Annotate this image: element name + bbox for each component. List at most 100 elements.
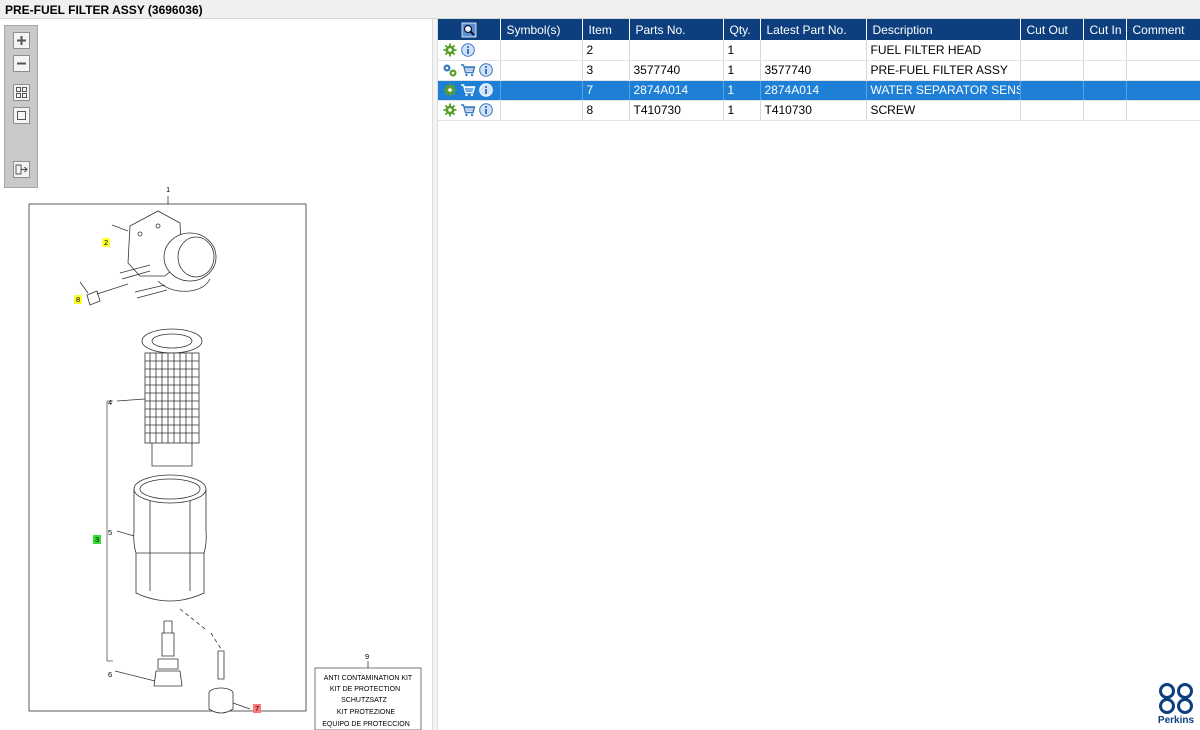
symbols-cell (500, 60, 583, 81)
comment-cell (1126, 100, 1200, 121)
cut-out-cell (1020, 80, 1084, 101)
fit-all-button[interactable] (13, 84, 30, 101)
row-actions-cell (438, 40, 501, 61)
description-cell: PRE-FUEL FILTER ASSY (866, 60, 1021, 81)
table-row-selected[interactable]: 7 2874A014 1 2874A014 WATER SEPARATOR SE… (438, 80, 1200, 101)
perkins-logo: Perkins (1156, 682, 1196, 728)
item-cell: 7 (582, 80, 630, 101)
column-header-tools[interactable] (438, 19, 501, 40)
description-cell: SCREW (866, 100, 1021, 121)
search-parts-icon (461, 22, 477, 37)
gears-icon[interactable] (442, 62, 458, 78)
comment-cell (1126, 60, 1200, 81)
qty-cell: 1 (723, 100, 761, 121)
column-header-cut-out[interactable]: Cut Out (1020, 19, 1084, 40)
cart-icon[interactable] (460, 102, 476, 118)
gear-icon[interactable] (442, 102, 458, 118)
description-cell: WATER SEPARATOR SENSOR (866, 80, 1021, 101)
table-row[interactable]: 2 1 FUEL FILTER HEAD (438, 40, 1200, 61)
item-cell: 2 (582, 40, 630, 61)
zoom-in-button[interactable] (13, 32, 30, 49)
kit-label-line-5: EQUIPO DE PROTECCION (322, 721, 410, 728)
info-icon[interactable] (478, 102, 494, 118)
table-row[interactable]: 3 3577740 1 3577740 PRE-FUEL FILTER ASSY (438, 60, 1200, 81)
cut-in-cell (1083, 100, 1127, 121)
gear-icon[interactable] (442, 82, 458, 98)
export-icon (15, 164, 28, 175)
column-header-comment[interactable]: Comment (1126, 19, 1200, 40)
info-icon[interactable] (478, 62, 494, 78)
window-title: PRE-FUEL FILTER ASSY (3696036) (5, 3, 203, 17)
table-header-row: Symbol(s) Item Parts No. Qty. Latest Par… (438, 19, 1200, 40)
row-actions-cell (438, 60, 501, 81)
cut-in-cell (1083, 60, 1127, 81)
zoom-out-icon (17, 62, 26, 65)
qty-cell: 1 (723, 80, 761, 101)
latest-part-no-cell: T410730 (760, 100, 867, 121)
cart-icon[interactable] (460, 62, 476, 78)
title-bar: PRE-FUEL FILTER ASSY (3696036) (0, 0, 1200, 19)
actual-size-icon (17, 111, 26, 120)
cut-out-cell (1020, 100, 1084, 121)
row-actions-cell (438, 80, 501, 101)
gear-icon[interactable] (442, 42, 458, 58)
kit-label-line-3: SCHUTZSATZ (341, 697, 387, 704)
cut-in-cell (1083, 40, 1127, 61)
fit-all-icon (16, 87, 27, 98)
column-header-latest-part-no[interactable]: Latest Part No. (760, 19, 867, 40)
qty-cell: 1 (723, 60, 761, 81)
info-icon[interactable] (460, 42, 476, 58)
item-cell: 3 (582, 60, 630, 81)
comment-cell (1126, 40, 1200, 61)
cut-out-cell (1020, 60, 1084, 81)
callout-5: 5 (108, 528, 112, 537)
column-header-parts-no[interactable]: Parts No. (629, 19, 724, 40)
actual-size-button[interactable] (13, 107, 30, 124)
callout-8: 8 (76, 295, 80, 304)
symbols-cell (500, 40, 583, 61)
parts-no-cell: 2874A014 (629, 80, 724, 101)
zoom-out-button[interactable] (13, 55, 30, 72)
perkins-logo-mark (1159, 683, 1193, 714)
kit-label-line-1: ANTI CONTAMINATION KIT (324, 675, 413, 682)
callout-9: 9 (365, 652, 369, 661)
parts-grid-pane: Symbol(s) Item Parts No. Qty. Latest Par… (438, 19, 1200, 730)
kit-label-line-2: KIT DE PROTECTION (330, 686, 400, 693)
drawing-pane[interactable]: 1 2 8 4 3 5 6 7 9 ANTI CONTAMINATION KIT… (0, 19, 432, 730)
zoom-in-icon (17, 36, 26, 45)
column-header-cut-in[interactable]: Cut In (1083, 19, 1127, 40)
exploded-parts-drawing[interactable]: 1 2 8 4 3 5 6 7 9 ANTI CONTAMINATION KIT… (0, 181, 432, 730)
callout-2: 2 (104, 238, 108, 247)
item-cell: 8 (582, 100, 630, 121)
callout-6: 6 (108, 670, 112, 679)
comment-cell (1126, 80, 1200, 101)
column-header-item[interactable]: Item (582, 19, 630, 40)
symbols-cell (500, 100, 583, 121)
latest-part-no-cell: 3577740 (760, 60, 867, 81)
kit-label-line-4: KIT PROTEZIONE (337, 709, 396, 716)
cart-icon[interactable] (460, 82, 476, 98)
parts-table: Symbol(s) Item Parts No. Qty. Latest Par… (438, 19, 1200, 121)
export-button[interactable] (13, 161, 30, 178)
symbols-cell (500, 80, 583, 101)
column-header-description[interactable]: Description (866, 19, 1021, 40)
parts-no-cell: T410730 (629, 100, 724, 121)
row-actions-cell (438, 100, 501, 121)
latest-part-no-cell (760, 40, 867, 61)
callout-4: 4 (108, 398, 112, 407)
callout-7: 7 (255, 704, 259, 713)
cut-out-cell (1020, 40, 1084, 61)
callout-3: 3 (95, 535, 99, 544)
column-header-qty[interactable]: Qty. (723, 19, 761, 40)
info-icon[interactable] (478, 82, 494, 98)
latest-part-no-cell: 2874A014 (760, 80, 867, 101)
table-row[interactable]: 8 T410730 1 T410730 SCREW (438, 100, 1200, 121)
cut-in-cell (1083, 80, 1127, 101)
parts-no-cell: 3577740 (629, 60, 724, 81)
column-header-symbols[interactable]: Symbol(s) (500, 19, 583, 40)
qty-cell: 1 (723, 40, 761, 61)
zoom-toolbar (4, 25, 38, 188)
callout-1: 1 (166, 185, 170, 194)
description-cell: FUEL FILTER HEAD (866, 40, 1021, 61)
perkins-wordmark: Perkins (1157, 715, 1195, 726)
